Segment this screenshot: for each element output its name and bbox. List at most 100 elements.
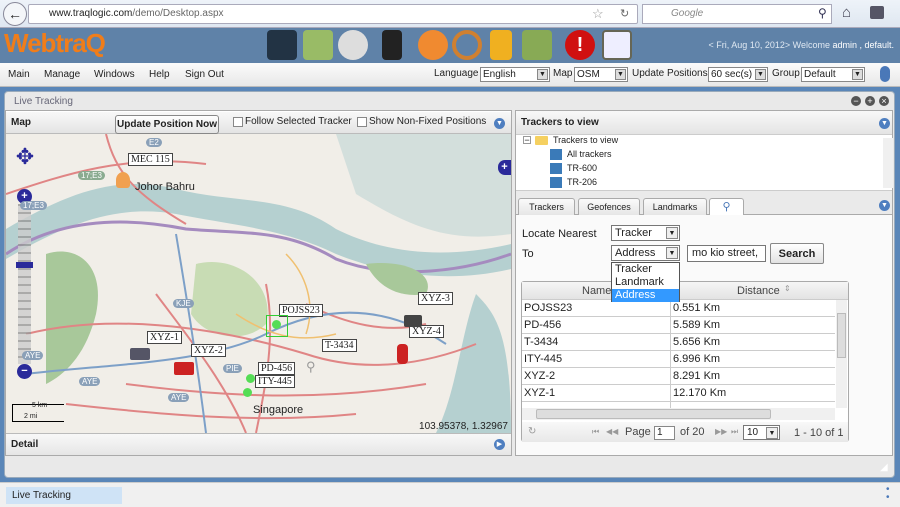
truck-marker-icon[interactable] — [174, 362, 194, 375]
alert-icon[interactable]: ! — [565, 30, 595, 60]
show-non-fixed-checkbox[interactable] — [357, 117, 367, 127]
tracker-label[interactable]: T-3434 — [322, 339, 357, 352]
tracker-label[interactable]: XYZ-1 — [147, 331, 182, 344]
map-icon[interactable] — [303, 30, 333, 60]
group-select[interactable]: Default ▼ — [801, 67, 865, 82]
flag-icon[interactable] — [490, 30, 512, 60]
clock-icon[interactable] — [338, 30, 368, 60]
tree-root[interactable]: Trackers to view — [553, 135, 618, 145]
table-row[interactable]: XYZ-1 12.170 Km — [522, 385, 835, 402]
menu-help[interactable]: Help — [149, 69, 170, 80]
tracker-label[interactable]: ITY-445 — [255, 375, 295, 388]
detail-panel-header[interactable] — [6, 433, 511, 455]
tab-landmarks[interactable]: Landmarks — [643, 198, 707, 215]
page-input[interactable]: 1 — [654, 426, 675, 440]
layer-switcher-button[interactable]: + — [498, 160, 511, 175]
pan-control-icon[interactable]: ✥ — [11, 144, 39, 184]
taskbar-menu-icon[interactable]: • • — [886, 485, 890, 503]
report-icon[interactable] — [602, 30, 632, 60]
tree-item[interactable]: TR-206 — [567, 177, 597, 187]
collapse-icon[interactable]: ▼ — [494, 118, 505, 129]
search-input[interactable]: Google — [642, 4, 832, 24]
tab-geofences[interactable]: Geofences — [578, 198, 640, 215]
prev-page-icon[interactable]: ◀◀ — [606, 427, 618, 436]
search-icon[interactable]: ⚲ — [818, 6, 827, 20]
next-page-icon[interactable]: ▶▶ — [715, 427, 727, 436]
bookmark-star-icon[interactable]: ☆ — [592, 6, 604, 22]
menu-windows[interactable]: Windows — [94, 69, 135, 80]
pin-marker-icon[interactable] — [243, 388, 252, 397]
language-select[interactable]: English ▼ — [480, 67, 550, 82]
resize-grip-icon[interactable]: ◢ — [880, 462, 888, 473]
tree-item[interactable]: TR-600 — [567, 163, 597, 173]
table-row[interactable]: T-3434 5.656 Km — [522, 334, 835, 351]
refresh-icon[interactable]: ↻ — [528, 426, 536, 437]
map-select[interactable]: OSM ▼ — [574, 67, 628, 82]
bus-marker-icon[interactable] — [130, 348, 150, 360]
table-row[interactable]: XYZ-2 8.291 Km — [522, 368, 835, 385]
back-button[interactable]: ← — [3, 2, 27, 26]
tab-search[interactable]: ⚲ — [709, 198, 744, 215]
menu-icon[interactable] — [870, 6, 884, 19]
person-marker-icon[interactable] — [116, 172, 130, 188]
tab-trackers[interactable]: Trackers — [518, 198, 575, 215]
minimize-button[interactable]: − — [851, 96, 861, 106]
geofence-map-icon[interactable] — [522, 30, 552, 60]
page-size-select[interactable]: 10 ▼ — [743, 425, 780, 440]
pin-marker-icon[interactable] — [246, 374, 255, 383]
trackers-title: Trackers to view — [521, 117, 599, 128]
lock-icon[interactable] — [880, 66, 890, 82]
table-row[interactable]: POJSS23 0.551 Km — [522, 300, 835, 317]
person-icon[interactable] — [418, 30, 448, 60]
sort-icon[interactable]: ⇕ — [784, 284, 791, 293]
column-header-name[interactable]: Name — [582, 285, 611, 297]
table-row[interactable]: PD-456 5.589 Km — [522, 317, 835, 334]
collapse-icon[interactable]: ▼ — [879, 200, 890, 211]
home-icon[interactable]: ⌂ — [842, 4, 851, 21]
menu-manage[interactable]: Manage — [44, 69, 80, 80]
column-header-distance[interactable]: Distance — [737, 285, 780, 297]
menu-sign-out[interactable]: Sign Out — [185, 69, 224, 80]
table-row[interactable]: ITY-445 6.996 Km — [522, 351, 835, 368]
tree-item[interactable]: All trackers — [567, 149, 612, 159]
locate-nearest-select[interactable]: Tracker ▼ — [611, 225, 680, 241]
monitor-icon[interactable] — [267, 30, 297, 60]
zoom-slider-handle[interactable] — [16, 262, 33, 268]
map-canvas[interactable]: ✥ + − + Johor Bahru Singapore 17;E3 17;E… — [6, 134, 511, 433]
tracker-label[interactable]: PD-456 — [258, 362, 296, 375]
tree-collapse-icon[interactable]: − — [523, 136, 531, 145]
collapse-icon[interactable]: ▼ — [879, 118, 890, 129]
first-page-icon[interactable]: ⏮ — [592, 427, 599, 437]
address-input[interactable]: mo kio street, — [687, 245, 766, 262]
close-button[interactable]: × — [879, 96, 889, 106]
reload-icon[interactable]: ↻ — [620, 7, 629, 20]
zoom-slider[interactable] — [18, 204, 31, 364]
update-position-now-button[interactable]: Update Position Now — [115, 115, 219, 134]
steering-wheel-icon[interactable] — [452, 30, 482, 60]
to-select[interactable]: Address ▼ — [611, 245, 680, 261]
tree-scrollbar[interactable] — [883, 138, 893, 188]
scrollbar-thumb[interactable] — [837, 313, 846, 358]
update-positions-select[interactable]: 60 sec(s) ▼ — [708, 67, 768, 82]
tracker-label[interactable]: MEC 115 — [128, 153, 173, 166]
bicycle-marker-icon[interactable]: ⚲ — [306, 359, 316, 375]
dropdown-option[interactable]: Landmark — [612, 276, 679, 289]
mobile-icon[interactable] — [382, 30, 402, 60]
scrollbar-thumb[interactable] — [536, 409, 771, 419]
truck-marker-icon[interactable] — [404, 315, 422, 327]
maximize-button[interactable]: + — [865, 96, 875, 106]
tracker-label[interactable]: XYZ-3 — [418, 292, 453, 305]
search-button[interactable]: Search — [770, 243, 824, 264]
dropdown-option-selected[interactable]: Address — [612, 289, 679, 302]
expand-icon[interactable]: ▶ — [494, 439, 505, 450]
tracker-label[interactable]: XYZ-2 — [191, 344, 226, 357]
pin-marker-icon[interactable] — [272, 320, 281, 329]
car-marker-icon[interactable] — [397, 344, 408, 364]
follow-tracker-checkbox[interactable] — [233, 117, 243, 127]
taskbar-item-live-tracking[interactable]: Live Tracking — [6, 487, 122, 504]
address-bar[interactable]: www.traqlogic.com/demo/Desktop.aspx — [28, 4, 638, 24]
last-page-icon[interactable]: ⏭ — [731, 427, 738, 437]
dropdown-option[interactable]: Tracker — [612, 263, 679, 276]
zoom-out-button[interactable]: − — [17, 364, 32, 379]
menu-main[interactable]: Main — [8, 69, 30, 80]
